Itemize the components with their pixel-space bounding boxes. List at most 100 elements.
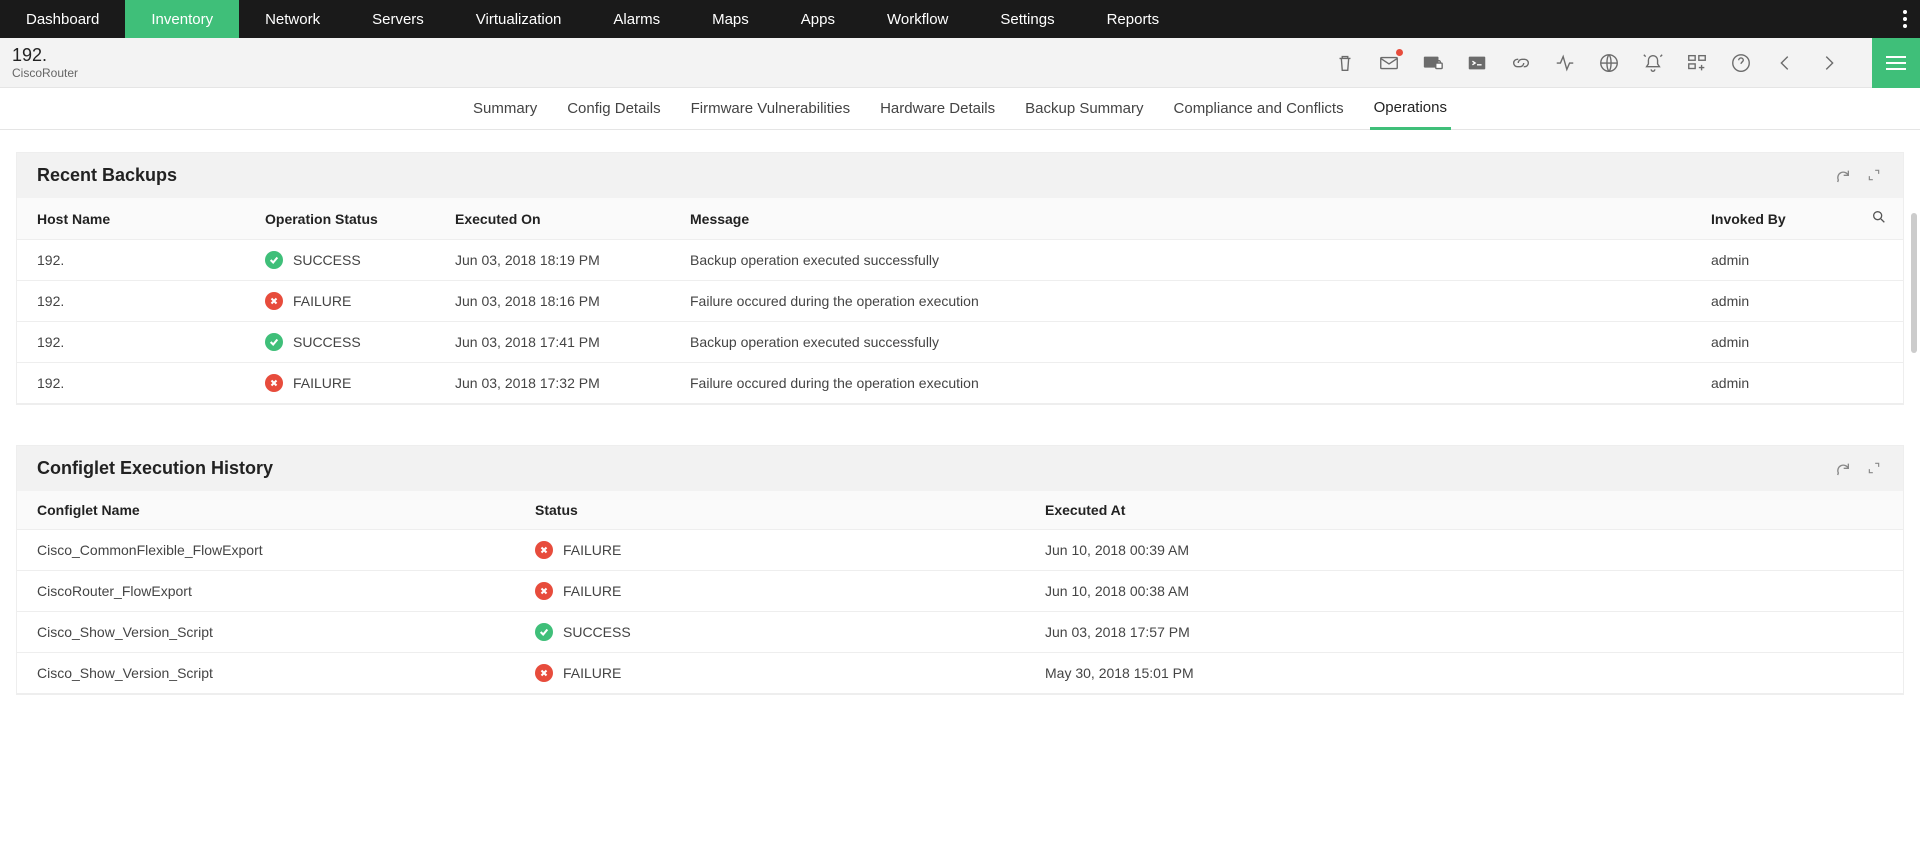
terminal-icon[interactable] bbox=[1466, 52, 1488, 74]
terminal-lock-icon[interactable] bbox=[1422, 52, 1444, 74]
cell-executed: Jun 03, 2018 18:16 PM bbox=[447, 281, 682, 322]
next-icon[interactable] bbox=[1818, 52, 1840, 74]
tab-firmware-vulnerabilities[interactable]: Firmware Vulnerabilities bbox=[687, 88, 855, 130]
cell-invoked: admin bbox=[1703, 363, 1863, 404]
top-nav: DashboardInventoryNetworkServersVirtuali… bbox=[0, 0, 1920, 38]
nav-servers[interactable]: Servers bbox=[346, 0, 450, 38]
table-row[interactable]: 192.FAILUREJun 03, 2018 17:32 PMFailure … bbox=[17, 363, 1903, 404]
success-icon bbox=[535, 623, 553, 641]
cell-executed: Jun 03, 2018 17:32 PM bbox=[447, 363, 682, 404]
cell-message: Failure occured during the operation exe… bbox=[682, 363, 1703, 404]
cell-executed: Jun 10, 2018 00:38 AM bbox=[1037, 571, 1903, 612]
failure-icon bbox=[535, 582, 553, 600]
cell-invoked: admin bbox=[1703, 240, 1863, 281]
failure-icon bbox=[265, 292, 283, 310]
nav-inventory[interactable]: Inventory bbox=[125, 0, 239, 38]
panel-title: Configlet Execution History bbox=[37, 458, 1835, 479]
tabs-bar: Summary Config Details Firmware Vulnerabil… bbox=[0, 88, 1920, 130]
panel-title: Recent Backups bbox=[37, 165, 1835, 186]
nav-virtualization[interactable]: Virtualization bbox=[450, 0, 588, 38]
table-row[interactable]: 192.SUCCESSJun 03, 2018 18:19 PMBackup o… bbox=[17, 240, 1903, 281]
panel-header: Configlet Execution History bbox=[17, 446, 1903, 491]
table-row[interactable]: Cisco_Show_Version_ScriptFAILUREMay 30, … bbox=[17, 653, 1903, 694]
nav-settings[interactable]: Settings bbox=[974, 0, 1080, 38]
delete-icon[interactable] bbox=[1334, 52, 1356, 74]
failure-icon bbox=[265, 374, 283, 392]
tab-config-details[interactable]: Config Details bbox=[563, 88, 664, 130]
column-header[interactable]: Configlet Name bbox=[17, 491, 527, 530]
configure-icon[interactable] bbox=[1686, 52, 1708, 74]
globe-icon[interactable] bbox=[1598, 52, 1620, 74]
column-header[interactable]: Status bbox=[527, 491, 1037, 530]
more-menu-icon[interactable] bbox=[1902, 0, 1908, 38]
tab-operations[interactable]: Operations bbox=[1370, 88, 1451, 130]
device-info: 192. CiscoRouter bbox=[12, 45, 1334, 80]
cell-status: FAILURE bbox=[527, 653, 1037, 694]
alarm-icon[interactable] bbox=[1642, 52, 1664, 74]
configlet-history-panel: Configlet Execution History Configlet Na… bbox=[16, 445, 1904, 695]
tab-compliance-and-conflicts[interactable]: Compliance and Conflicts bbox=[1170, 88, 1348, 130]
tab-hardware-details[interactable]: Hardware Details bbox=[876, 88, 999, 130]
column-header[interactable]: Executed At bbox=[1037, 491, 1903, 530]
success-icon bbox=[265, 251, 283, 269]
nav-dashboard[interactable]: Dashboard bbox=[0, 0, 125, 38]
success-icon bbox=[265, 333, 283, 351]
hamburger-menu[interactable] bbox=[1872, 38, 1920, 88]
toolbar bbox=[1334, 38, 1920, 88]
refresh-icon[interactable] bbox=[1835, 168, 1851, 184]
failure-icon bbox=[535, 664, 553, 682]
panel-header: Recent Backups bbox=[17, 153, 1903, 198]
search-icon[interactable] bbox=[1871, 212, 1887, 228]
tab-summary[interactable]: Summary bbox=[469, 88, 541, 130]
nav-apps[interactable]: Apps bbox=[775, 0, 861, 38]
table-row[interactable]: Cisco_CommonFlexible_FlowExportFAILUREJu… bbox=[17, 530, 1903, 571]
link-icon[interactable] bbox=[1510, 52, 1532, 74]
cell-name: Cisco_CommonFlexible_FlowExport bbox=[17, 530, 527, 571]
nav-alarms[interactable]: Alarms bbox=[587, 0, 686, 38]
expand-icon[interactable] bbox=[1867, 168, 1883, 184]
prev-icon[interactable] bbox=[1774, 52, 1796, 74]
nav-maps[interactable]: Maps bbox=[686, 0, 775, 38]
refresh-icon[interactable] bbox=[1835, 461, 1851, 477]
cell-status: FAILURE bbox=[527, 530, 1037, 571]
tab-backup-summary[interactable]: Backup Summary bbox=[1021, 88, 1147, 130]
cell-status: SUCCESS bbox=[257, 322, 447, 363]
configlets-table: Configlet NameStatusExecuted At Cisco_Co… bbox=[17, 491, 1903, 694]
cell-invoked: admin bbox=[1703, 322, 1863, 363]
column-header[interactable]: Invoked By bbox=[1703, 198, 1863, 240]
cell-status: FAILURE bbox=[257, 281, 447, 322]
table-row[interactable]: CiscoRouter_FlowExportFAILUREJun 10, 201… bbox=[17, 571, 1903, 612]
cell-message: Failure occured during the operation exe… bbox=[682, 281, 1703, 322]
column-header[interactable]: Message bbox=[682, 198, 1703, 240]
scrollbar[interactable] bbox=[1911, 213, 1917, 353]
table-row[interactable]: 192.SUCCESSJun 03, 2018 17:41 PMBackup o… bbox=[17, 322, 1903, 363]
nav-reports[interactable]: Reports bbox=[1081, 0, 1186, 38]
device-ip: 192. bbox=[12, 45, 1334, 66]
content: Recent Backups Host NameOperation Status… bbox=[0, 130, 1920, 695]
device-header: 192. CiscoRouter bbox=[0, 38, 1920, 88]
cell-host: 192. bbox=[17, 281, 257, 322]
cell-executed: May 30, 2018 15:01 PM bbox=[1037, 653, 1903, 694]
nav-network[interactable]: Network bbox=[239, 0, 346, 38]
column-header[interactable]: Operation Status bbox=[257, 198, 447, 240]
cell-status: FAILURE bbox=[527, 571, 1037, 612]
expand-icon[interactable] bbox=[1867, 461, 1883, 477]
mail-icon[interactable] bbox=[1378, 52, 1400, 74]
cell-invoked: admin bbox=[1703, 281, 1863, 322]
recent-backups-panel: Recent Backups Host NameOperation Status… bbox=[16, 152, 1904, 405]
table-row[interactable]: Cisco_Show_Version_ScriptSUCCESSJun 03, … bbox=[17, 612, 1903, 653]
cell-message: Backup operation executed successfully bbox=[682, 240, 1703, 281]
cell-executed: Jun 10, 2018 00:39 AM bbox=[1037, 530, 1903, 571]
device-type: CiscoRouter bbox=[12, 66, 1334, 80]
column-header[interactable]: Executed On bbox=[447, 198, 682, 240]
column-header[interactable]: Host Name bbox=[17, 198, 257, 240]
table-row[interactable]: 192.FAILUREJun 03, 2018 18:16 PMFailure … bbox=[17, 281, 1903, 322]
help-icon[interactable] bbox=[1730, 52, 1752, 74]
cell-name: CiscoRouter_FlowExport bbox=[17, 571, 527, 612]
cell-status: SUCCESS bbox=[257, 240, 447, 281]
cell-status: FAILURE bbox=[257, 363, 447, 404]
activity-icon[interactable] bbox=[1554, 52, 1576, 74]
cell-name: Cisco_Show_Version_Script bbox=[17, 612, 527, 653]
cell-host: 192. bbox=[17, 363, 257, 404]
nav-workflow[interactable]: Workflow bbox=[861, 0, 974, 38]
